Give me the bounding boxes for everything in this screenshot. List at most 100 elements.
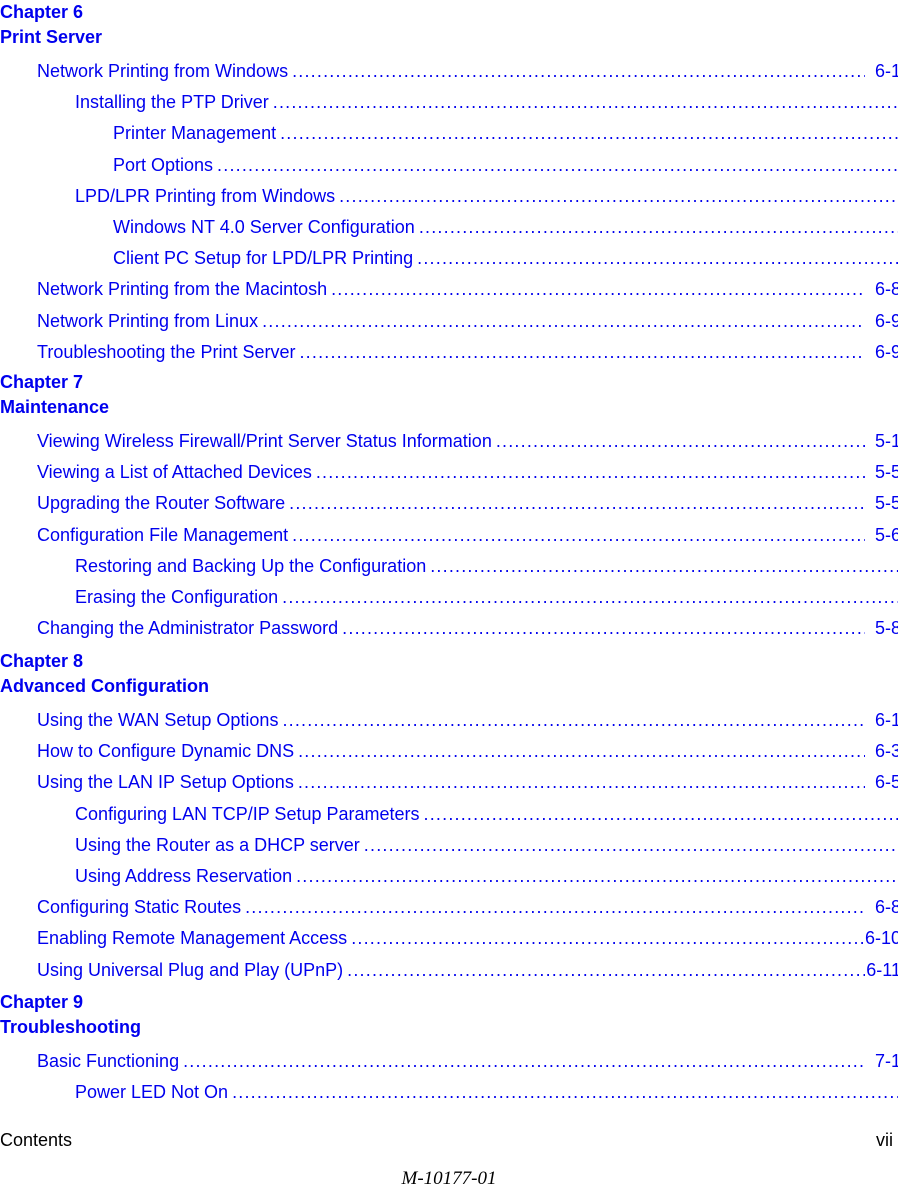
toc-entry-title: Restoring and Backing Up the Configurati… — [75, 555, 427, 576]
toc-entry-page-number: 5-1 — [874, 431, 898, 451]
dot-leader — [419, 212, 898, 243]
toc-entry-link[interactable]: Port Options6-3 — [0, 150, 898, 181]
toc-entry-title: Port Options — [113, 154, 214, 175]
toc-entry-page-number: 7-1 — [874, 1051, 898, 1071]
toc-entry-page-number: 5-6 — [874, 524, 898, 545]
toc-entry-link[interactable]: Using the LAN IP Setup Options 6-5 — [0, 767, 898, 798]
toc-entry-link[interactable]: Using the Router as a DHCP server6-6 — [0, 830, 898, 861]
toc-entry-title: Upgrading the Router Software — [37, 493, 286, 514]
toc-entry-title: Basic Functioning — [37, 1051, 180, 1071]
dot-leader — [289, 488, 865, 519]
footer-page-number: vii — [876, 1130, 893, 1150]
toc-entry-link[interactable]: Using Universal Plug and Play (UPnP) 6-11 — [0, 955, 898, 986]
toc-entry-page-number: 6-9 — [874, 310, 898, 331]
dot-leader — [299, 337, 865, 368]
toc-entry-link[interactable]: Configuring Static Routes 6-8 — [0, 892, 898, 923]
chapter-number-link[interactable]: Chapter 6 — [0, 0, 102, 25]
dot-leader — [292, 56, 865, 87]
dot-leader — [273, 87, 898, 118]
toc-entry-link[interactable]: Printer Management6-3 — [0, 118, 898, 149]
toc-entry-link[interactable]: Configuration File Management 5-6 — [0, 520, 898, 551]
toc-entry-link[interactable]: Changing the Administrator Password 5-8 — [0, 613, 898, 644]
toc-entry-title: Client PC Setup for LPD/LPR Printing — [113, 248, 414, 269]
toc-entry-link[interactable]: Network Printing from Linux 6-9 — [0, 306, 898, 337]
chapter-title-link[interactable]: Maintenance — [0, 395, 109, 420]
dot-leader — [282, 705, 865, 736]
toc-entry-title: Using the LAN IP Setup Options — [37, 772, 294, 793]
toc-entry-title: Network Printing from Linux — [37, 310, 259, 331]
dot-leader — [347, 955, 865, 986]
toc-entry-title: Network Printing from the Macintosh — [37, 279, 328, 300]
chapter-title-link[interactable]: Advanced Configuration — [0, 674, 209, 699]
dot-leader — [430, 551, 898, 582]
toc-entry-link[interactable]: Erasing the Configuration5-8 — [0, 582, 898, 613]
toc-entry-page-number: 6-1 — [874, 61, 898, 81]
toc-entry-link[interactable]: Using Address Reservation6-7 — [0, 861, 898, 892]
dot-leader — [316, 457, 865, 488]
toc-entry-title: Power LED Not On — [75, 1082, 229, 1103]
toc-entry-page-number: 5-5 — [874, 493, 898, 514]
toc-entry-page-number: 6-8 — [874, 897, 898, 918]
toc-entry-title: Enabling Remote Management Access — [37, 928, 348, 949]
toc-entry-link[interactable]: Network Printing from Windows 6-1 — [0, 56, 898, 87]
toc-entry-page-number: 5-5 — [874, 462, 898, 483]
toc-entry-title: Network Printing from Windows — [37, 61, 289, 81]
dot-leader — [245, 892, 865, 923]
chapter-section: Chapter 8 Advanced Configuration — [0, 649, 209, 699]
toc-entry-page-number: 6-1 — [874, 710, 898, 730]
chapter-title-link[interactable]: Troubleshooting — [0, 1015, 141, 1040]
chapter-number-link[interactable]: Chapter 9 — [0, 990, 141, 1015]
toc-entry-title: Installing the PTP Driver — [75, 92, 269, 113]
toc-entry-title: Viewing Wireless Firewall/Print Server S… — [37, 431, 492, 451]
toc-entry-link[interactable]: Client PC Setup for LPD/LPR Printing6-7 — [0, 243, 898, 274]
toc-entry-link[interactable]: Viewing Wireless Firewall/Print Server S… — [0, 426, 898, 457]
dot-leader — [342, 613, 865, 644]
dot-leader — [183, 1046, 865, 1077]
toc-entry-title: Viewing a List of Attached Devices — [37, 462, 312, 483]
toc-entry-page-number: 6-5 — [874, 772, 898, 793]
toc-entry-title: How to Configure Dynamic DNS — [37, 741, 295, 762]
dot-leader — [424, 799, 898, 830]
toc-entry-link[interactable]: Power LED Not On7-1 — [0, 1077, 898, 1108]
toc-entry-link[interactable]: Basic Functioning 7-1 — [0, 1046, 898, 1077]
chapter-number-link[interactable]: Chapter 8 — [0, 649, 209, 674]
toc-entry-page-number: 6-3 — [874, 741, 898, 762]
toc-entry-link[interactable]: Enabling Remote Management Access 6-10 — [0, 923, 898, 954]
toc-entry-title: Using the Router as a DHCP server — [75, 834, 360, 855]
toc-entry-page-number: 5-8 — [874, 618, 898, 639]
dot-leader — [417, 243, 898, 274]
toc-entry-link[interactable]: LPD/LPR Printing from Windows6-4 — [0, 181, 898, 212]
toc-entry-page-number: 6-8 — [874, 279, 898, 300]
chapter-title-link[interactable]: Print Server — [0, 25, 102, 50]
toc-entry-title: Using Universal Plug and Play (UPnP) — [37, 959, 344, 980]
dot-leader — [292, 520, 865, 551]
toc-entry-link[interactable]: Installing the PTP Driver6-1 — [0, 87, 898, 118]
toc-entry-title: Configuration File Management — [37, 524, 289, 545]
dot-leader — [496, 426, 865, 457]
toc-entry-title: Troubleshooting the Print Server — [37, 341, 296, 362]
dot-leader — [217, 150, 898, 181]
toc-entry-title: Using Address Reservation — [75, 866, 293, 886]
toc-entry-link[interactable]: Configuring LAN TCP/IP Setup Parameters6… — [0, 799, 898, 830]
dot-leader — [282, 582, 898, 613]
dot-leader — [280, 118, 898, 149]
toc-entry-title: Configuring LAN TCP/IP Setup Parameters — [75, 803, 420, 824]
toc-entry-title: Configuring Static Routes — [37, 897, 242, 918]
dot-leader — [296, 861, 898, 892]
chapter-number-link[interactable]: Chapter 7 — [0, 370, 109, 395]
toc-entry-link[interactable]: Upgrading the Router Software 5-5 — [0, 488, 898, 519]
toc-entry-link[interactable]: Using the WAN Setup Options 6-1 — [0, 705, 898, 736]
toc-entry-page-number: 6-11 — [866, 959, 898, 980]
chapter-section: Chapter 7 Maintenance — [0, 370, 109, 420]
toc-entry-title: Erasing the Configuration — [75, 587, 279, 607]
toc-entry-title: Changing the Administrator Password — [37, 618, 339, 639]
toc-entry-link[interactable]: Viewing a List of Attached Devices 5-5 — [0, 457, 898, 488]
toc-entry-link[interactable]: Restoring and Backing Up the Configurati… — [0, 551, 898, 582]
toc-entry-link[interactable]: How to Configure Dynamic DNS 6-3 — [0, 736, 898, 767]
toc-entry-link[interactable]: Windows NT 4.0 Server Configuration6-5 — [0, 212, 898, 243]
toc-entry-link[interactable]: Network Printing from the Macintosh 6-8 — [0, 274, 898, 305]
dot-leader — [298, 767, 865, 798]
toc-entry-page-number: 6-10 — [865, 928, 898, 949]
chapter-section: Chapter 9 Troubleshooting — [0, 990, 141, 1040]
toc-entry-link[interactable]: Troubleshooting the Print Server 6-9 — [0, 337, 898, 368]
